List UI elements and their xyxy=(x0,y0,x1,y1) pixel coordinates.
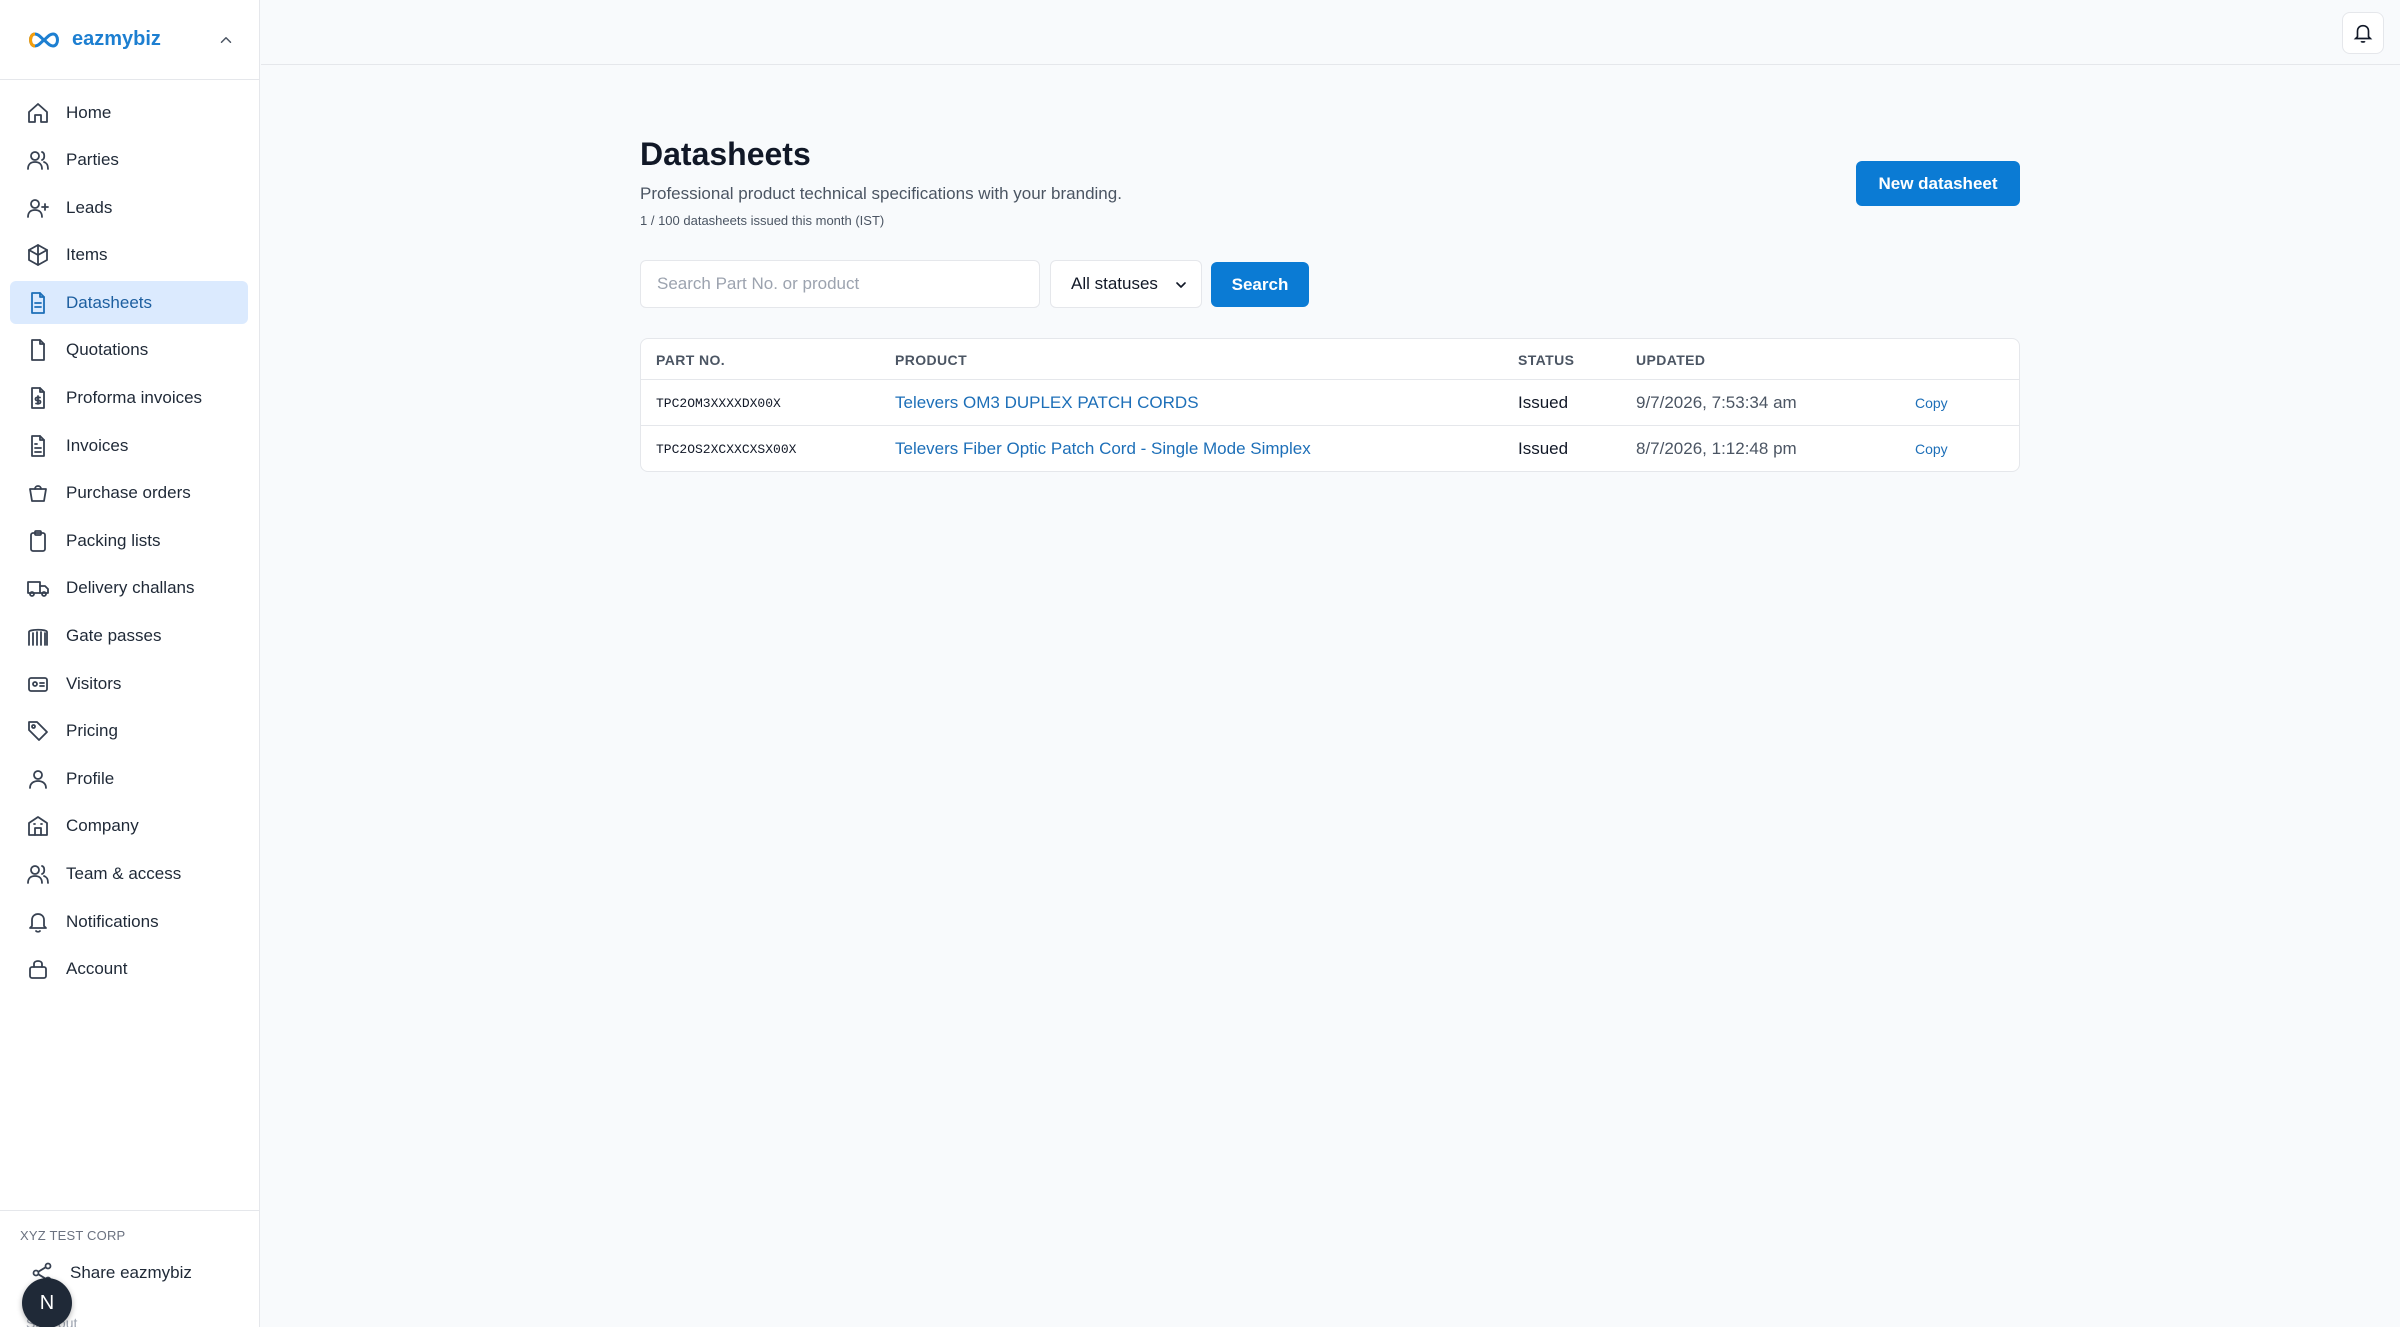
brand-logo-icon xyxy=(29,31,59,48)
search-input[interactable] xyxy=(640,260,1040,308)
avatar[interactable]: N xyxy=(22,1278,72,1327)
clipboard-icon xyxy=(26,529,50,553)
quota-text: 1 / 100 datasheets issued this month (IS… xyxy=(640,213,885,228)
home-icon xyxy=(26,101,50,125)
table-header: PART NO. PRODUCT STATUS UPDATED xyxy=(641,339,2019,380)
sidebar-item-label: Items xyxy=(66,245,108,265)
sidebar-item-company[interactable]: Company xyxy=(10,805,248,848)
sidebar-item-label: Leads xyxy=(66,197,113,217)
sidebar: eazmybiz Home Parties Leads Items Datash… xyxy=(0,0,260,1327)
sidebar-item-label: Account xyxy=(66,959,128,979)
datasheets-table: PART NO. PRODUCT STATUS UPDATED TPC2OM3X… xyxy=(640,338,2020,472)
updated-timestamp: 9/7/2026, 7:53:34 am xyxy=(1636,393,1797,412)
column-header-updated[interactable]: UPDATED xyxy=(1636,352,1705,368)
team-icon xyxy=(26,862,50,886)
sidebar-item-label: Packing lists xyxy=(66,530,161,550)
new-datasheet-button[interactable]: New datasheet xyxy=(1856,161,2020,206)
sidebar-item-label: Home xyxy=(66,102,112,122)
bell-icon xyxy=(26,910,50,934)
org-name: XYZ TEST CORP xyxy=(20,1228,126,1243)
sidebar-item-label: Quotations xyxy=(66,340,149,360)
column-header-part[interactable]: PART NO. xyxy=(656,352,725,368)
sidebar-item-label: Notifications xyxy=(66,911,159,931)
sidebar-item-label: Team & access xyxy=(66,864,182,883)
sidebar-item-label: Proforma invoices xyxy=(66,388,203,408)
file-text-icon xyxy=(26,291,50,315)
page-subtitle: Professional product technical specifica… xyxy=(640,184,1122,203)
sidebar-nav: Home Parties Leads Items Datasheets Quot… xyxy=(0,80,259,991)
column-header-status[interactable]: STATUS xyxy=(1518,352,1574,368)
sidebar-footer: XYZ TEST CORP Share eazmybiz Sign out N xyxy=(0,1210,259,1327)
id-card-icon xyxy=(26,672,50,696)
copy-button[interactable]: Copy xyxy=(1915,395,1948,411)
sidebar-item-label: Delivery challans xyxy=(66,578,195,598)
sidebar-item-team-access[interactable]: Team & access xyxy=(10,853,248,896)
status-text: Issued xyxy=(1518,439,1569,458)
sidebar-item-label: Parties xyxy=(66,150,119,170)
sidebar-item-account[interactable]: Account xyxy=(10,948,248,991)
sidebar-item-label: Pricing xyxy=(66,721,118,741)
sidebar-item-invoices[interactable]: Invoices xyxy=(10,424,248,467)
bell-icon xyxy=(2353,24,2373,43)
status-select-value: All statuses xyxy=(1071,274,1158,293)
sidebar-item-gate-passes[interactable]: Gate passes xyxy=(10,615,248,658)
sidebar-item-pricing[interactable]: Pricing xyxy=(10,710,248,753)
file-dollar-icon xyxy=(26,386,50,410)
page-title: Datasheets xyxy=(640,136,811,172)
building-icon xyxy=(26,814,50,838)
box-icon xyxy=(26,243,50,267)
sidebar-item-label: Invoices xyxy=(66,435,129,455)
topbar xyxy=(261,0,2400,65)
sidebar-item-label: Datasheets xyxy=(66,292,152,312)
product-link[interactable]: Televers Fiber Optic Patch Cord - Single… xyxy=(895,439,1311,459)
file-lines-icon xyxy=(26,434,50,458)
sidebar-item-parties[interactable]: Parties xyxy=(10,139,248,182)
file-icon xyxy=(26,338,50,362)
share-label: Share eazmybiz xyxy=(70,1263,192,1282)
sidebar-item-packing-lists[interactable]: Packing lists xyxy=(10,519,248,562)
copy-button[interactable]: Copy xyxy=(1915,441,1948,457)
sidebar-item-label: Gate passes xyxy=(66,626,162,646)
updated-timestamp: 8/7/2026, 1:12:48 pm xyxy=(1636,439,1797,458)
chevron-up-icon[interactable] xyxy=(217,31,235,49)
sidebar-item-home[interactable]: Home xyxy=(10,91,248,134)
sidebar-item-quotations[interactable]: Quotations xyxy=(10,329,248,372)
brand-name[interactable]: eazmybiz xyxy=(72,28,217,51)
sidebar-item-label: Purchase orders xyxy=(66,483,191,503)
sidebar-item-items[interactable]: Items xyxy=(10,234,248,277)
notifications-button[interactable] xyxy=(2342,12,2384,54)
table-row[interactable]: TPC2OS2XCXXCXSX00X Televers Fiber Optic … xyxy=(641,426,2019,471)
sidebar-item-purchase-orders[interactable]: Purchase orders xyxy=(10,472,248,515)
sidebar-item-label: Profile xyxy=(66,768,115,788)
status-select[interactable]: All statuses xyxy=(1050,260,1202,308)
sidebar-item-label: Visitors xyxy=(66,673,122,693)
table-row[interactable]: TPC2OM3XXXXDX00X Televers OM3 DUPLEX PAT… xyxy=(641,380,2019,426)
sidebar-item-profile[interactable]: Profile xyxy=(10,757,248,800)
product-link[interactable]: Televers OM3 DUPLEX PATCH CORDS xyxy=(895,393,1199,413)
users-icon xyxy=(26,148,50,172)
user-plus-icon xyxy=(26,196,50,220)
sidebar-item-notifications[interactable]: Notifications xyxy=(10,900,248,943)
sidebar-item-proforma-invoices[interactable]: Proforma invoices xyxy=(10,377,248,420)
search-button[interactable]: Search xyxy=(1211,262,1309,307)
part-number: TPC2OM3XXXXDX00X xyxy=(656,396,781,411)
tag-icon xyxy=(26,719,50,743)
sidebar-item-visitors[interactable]: Visitors xyxy=(10,662,248,705)
chevron-down-icon xyxy=(1176,282,1186,288)
truck-icon xyxy=(26,576,50,600)
brand-header: eazmybiz xyxy=(0,0,259,80)
sidebar-item-delivery-challans[interactable]: Delivery challans xyxy=(10,567,248,610)
sidebar-item-datasheets[interactable]: Datasheets xyxy=(10,281,248,325)
status-text: Issued xyxy=(1518,393,1569,412)
column-header-product[interactable]: PRODUCT xyxy=(895,352,967,368)
user-icon xyxy=(26,767,50,791)
sidebar-item-leads[interactable]: Leads xyxy=(10,186,248,229)
lock-icon xyxy=(26,957,50,981)
cart-icon xyxy=(26,481,50,505)
gate-icon xyxy=(26,624,50,648)
sidebar-item-label: Company xyxy=(66,816,139,836)
part-number: TPC2OS2XCXXCXSX00X xyxy=(656,442,797,457)
